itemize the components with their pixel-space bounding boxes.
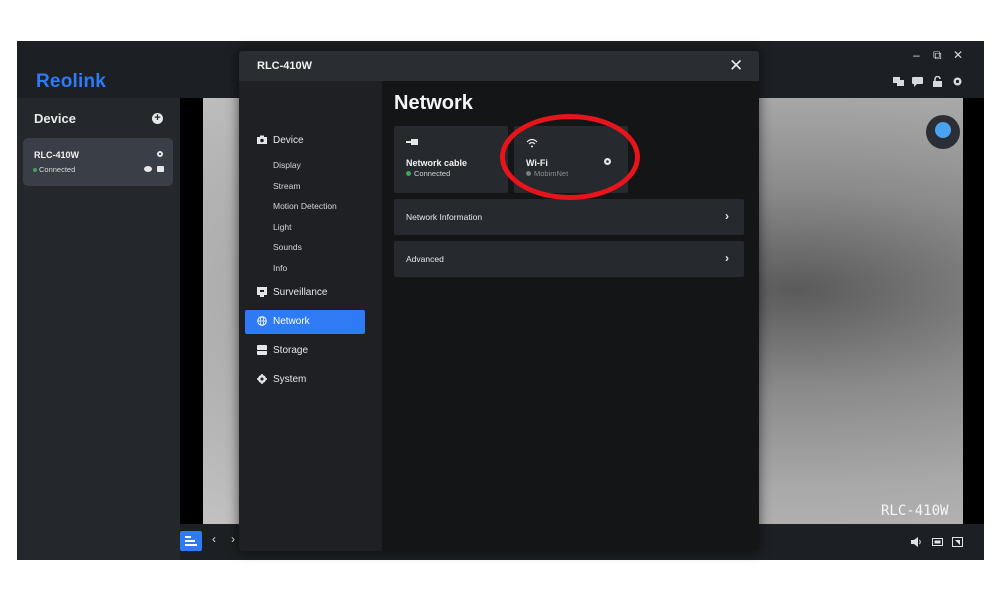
nav-sub-stream[interactable]: Stream (273, 181, 300, 191)
lock-icon[interactable] (932, 76, 943, 87)
nav-sub-info[interactable]: Info (273, 263, 287, 273)
nav-item-network[interactable]: Network (245, 310, 365, 334)
layout-button[interactable] (180, 531, 202, 551)
nav-label-device: Device (273, 135, 304, 146)
sidebar-title: Device (34, 111, 76, 126)
chevron-right-icon: › (725, 209, 729, 223)
wifi-highlight-circle (500, 114, 640, 200)
nav-sub-display[interactable]: Display (273, 160, 301, 170)
camera-watermark: RLC-410W (881, 503, 949, 519)
row-label-network-information: Network Information (406, 212, 483, 222)
system-gear-icon (257, 374, 267, 384)
nav-label-surveillance: Surveillance (273, 287, 328, 298)
device-name: RLC-410W (34, 150, 80, 160)
restore-button[interactable]: ⧉ (933, 48, 942, 63)
settings-nav: Device Display Stream Motion Detection L… (239, 81, 382, 551)
nav-item-device[interactable]: Device (245, 129, 365, 153)
camera-signal-icon (144, 166, 152, 172)
message-icon[interactable] (912, 76, 923, 87)
nav-label-system: System (273, 374, 307, 385)
cloud-icon (157, 166, 164, 172)
nav-sub-sounds[interactable]: Sounds (273, 242, 302, 252)
nav-sub-light[interactable]: Light (273, 222, 291, 232)
settings-gear-icon[interactable] (952, 76, 963, 87)
camera-icon (257, 135, 267, 144)
device-sidebar: Device + RLC-410W Connected (17, 98, 180, 560)
volume-icon[interactable] (911, 537, 922, 547)
nav-item-system[interactable]: System (245, 368, 365, 392)
globe-icon (257, 316, 267, 326)
dialog-header: RLC-410W ✕ (239, 51, 759, 81)
chevron-right-icon: › (725, 251, 729, 265)
nav-item-storage[interactable]: Storage (245, 339, 365, 363)
nav-item-surveillance[interactable]: Surveillance (245, 281, 365, 305)
device-card[interactable]: RLC-410W Connected (23, 138, 173, 186)
nav-sub-motion-detection[interactable]: Motion Detection (273, 201, 337, 211)
translate-icon[interactable] (893, 76, 904, 87)
close-dialog-icon[interactable]: ✕ (729, 56, 743, 76)
next-page-icon[interactable]: › (231, 532, 235, 546)
nav-label-storage: Storage (273, 345, 309, 356)
device-status: Connected (39, 165, 76, 174)
network-cable-card[interactable]: Network cable Connected (394, 126, 508, 193)
ethernet-icon (406, 139, 418, 145)
dialog-title: RLC-410W (257, 60, 313, 72)
nav-label-network: Network (273, 316, 310, 327)
device-settings-dialog: RLC-410W ✕ Device Display Stream Motion … (239, 51, 759, 551)
network-information-row[interactable]: Network Information › (394, 199, 744, 235)
device-status-dot (33, 168, 37, 172)
minimize-button[interactable]: – (913, 48, 920, 62)
device-settings-gear-icon[interactable] (156, 150, 164, 158)
row-label-advanced: Advanced (406, 254, 444, 264)
surveillance-icon (257, 287, 267, 297)
ptz-control[interactable] (926, 115, 960, 149)
brand-logo: Reolink (36, 71, 107, 92)
page-title: Network (394, 92, 473, 114)
card-name-network-cable: Network cable (406, 158, 468, 168)
ptz-icon (935, 122, 951, 138)
add-device-icon[interactable]: + (152, 113, 163, 124)
previous-page-icon[interactable]: ‹ (212, 532, 216, 546)
status-dot-connected (406, 171, 411, 176)
card-status-network-cable: Connected (414, 169, 451, 178)
fullscreen-icon[interactable] (952, 537, 963, 547)
close-window-button[interactable]: ✕ (953, 48, 963, 62)
advanced-row[interactable]: Advanced › (394, 241, 744, 277)
storage-icon (257, 345, 267, 355)
screenshot-icon[interactable] (932, 537, 943, 547)
layout-icon (185, 536, 197, 546)
